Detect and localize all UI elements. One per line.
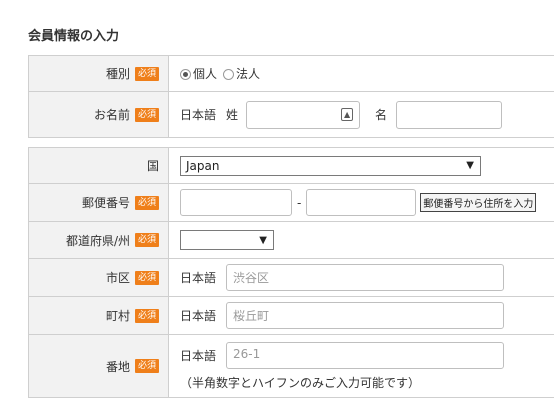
required-badge: 必須 <box>134 270 159 285</box>
dropdown-arrow-icon: ▼ <box>259 234 267 246</box>
city-row: 市区 必須 日本語 渋谷区 <box>28 259 554 297</box>
page-title: 会員情報の入力 <box>28 29 120 44</box>
lang-label: 日本語 <box>180 309 217 323</box>
name-row: お名前 必須 日本語 姓 ▲ 名 <box>28 92 554 138</box>
town-placeholder: 桜丘町 <box>233 309 270 323</box>
town-row: 町村 必須 日本語 桜丘町 <box>28 297 554 335</box>
prefecture-row: 都道府県/州 必須 ▼ <box>28 222 554 259</box>
city-label: 市区 <box>105 271 130 285</box>
prefecture-label: 都道府県/州 <box>65 233 130 248</box>
contact-card-icon[interactable]: ▲ <box>341 107 354 121</box>
zip-row: 郵便番号 必須 - 郵便番号から住所を入力 <box>28 184 554 222</box>
required-badge: 必須 <box>134 107 159 122</box>
zip-separator: - <box>297 195 302 210</box>
address-label: 番地 <box>105 359 130 374</box>
lang-label: 日本語 <box>180 271 217 285</box>
country-row: 国 Japan ▼ <box>28 148 554 184</box>
type-label: 種別 <box>105 67 130 81</box>
town-label: 町村 <box>105 309 130 323</box>
town-input[interactable]: 桜丘町 <box>226 302 505 329</box>
address-placeholder: 26-1 <box>233 346 261 361</box>
required-badge: 必須 <box>134 233 159 247</box>
type-radio-individual[interactable]: 個人 <box>180 65 217 82</box>
lang-label: 日本語 <box>180 348 217 363</box>
required-badge: 必須 <box>134 308 159 323</box>
city-input[interactable]: 渋谷区 <box>226 264 505 291</box>
zip-first-input[interactable] <box>180 189 292 216</box>
address-input[interactable]: 26-1 <box>226 341 505 369</box>
required-badge: 必須 <box>134 195 159 210</box>
type-radio-corporate[interactable]: 法人 <box>223 65 260 82</box>
city-placeholder: 渋谷区 <box>233 271 270 285</box>
zip-second-input[interactable] <box>306 189 417 216</box>
radio-unchecked-icon <box>223 69 235 80</box>
required-badge: 必須 <box>134 66 159 81</box>
lang-label: 日本語 <box>180 108 217 122</box>
required-badge: 必須 <box>134 359 159 373</box>
country-label: 国 <box>146 159 159 173</box>
last-name-label: 姓 <box>226 108 239 122</box>
dropdown-arrow-icon: ▼ <box>466 160 474 171</box>
address-row: 番地 必須 日本語 26-1 （半角数字とハイフンのみご入力可能です） <box>28 335 554 398</box>
member-form-address: 国 Japan ▼ 郵便番号 必須 - 郵便番号から住所を入力 都道府県/州 必須 ▼… <box>28 147 554 398</box>
country-select[interactable]: Japan ▼ <box>180 155 481 176</box>
last-name-input[interactable]: ▲ <box>246 100 361 129</box>
first-name-label: 名 <box>375 108 388 122</box>
prefecture-select[interactable]: ▼ <box>180 230 274 250</box>
name-label: お名前 <box>93 108 130 122</box>
address-note: （半角数字とハイフンのみご入力可能です） <box>180 375 421 390</box>
first-name-input[interactable] <box>396 100 503 129</box>
radio-checked-icon <box>180 69 191 80</box>
type-row: 種別 必須 個人 法人 <box>28 56 554 92</box>
zip-label: 郵便番号 <box>81 196 130 210</box>
zip-lookup-button[interactable]: 郵便番号から住所を入力 <box>420 193 537 212</box>
member-form-basic: 種別 必須 個人 法人 お名前 必須 日本語 姓 ▲ 名 <box>28 55 554 138</box>
